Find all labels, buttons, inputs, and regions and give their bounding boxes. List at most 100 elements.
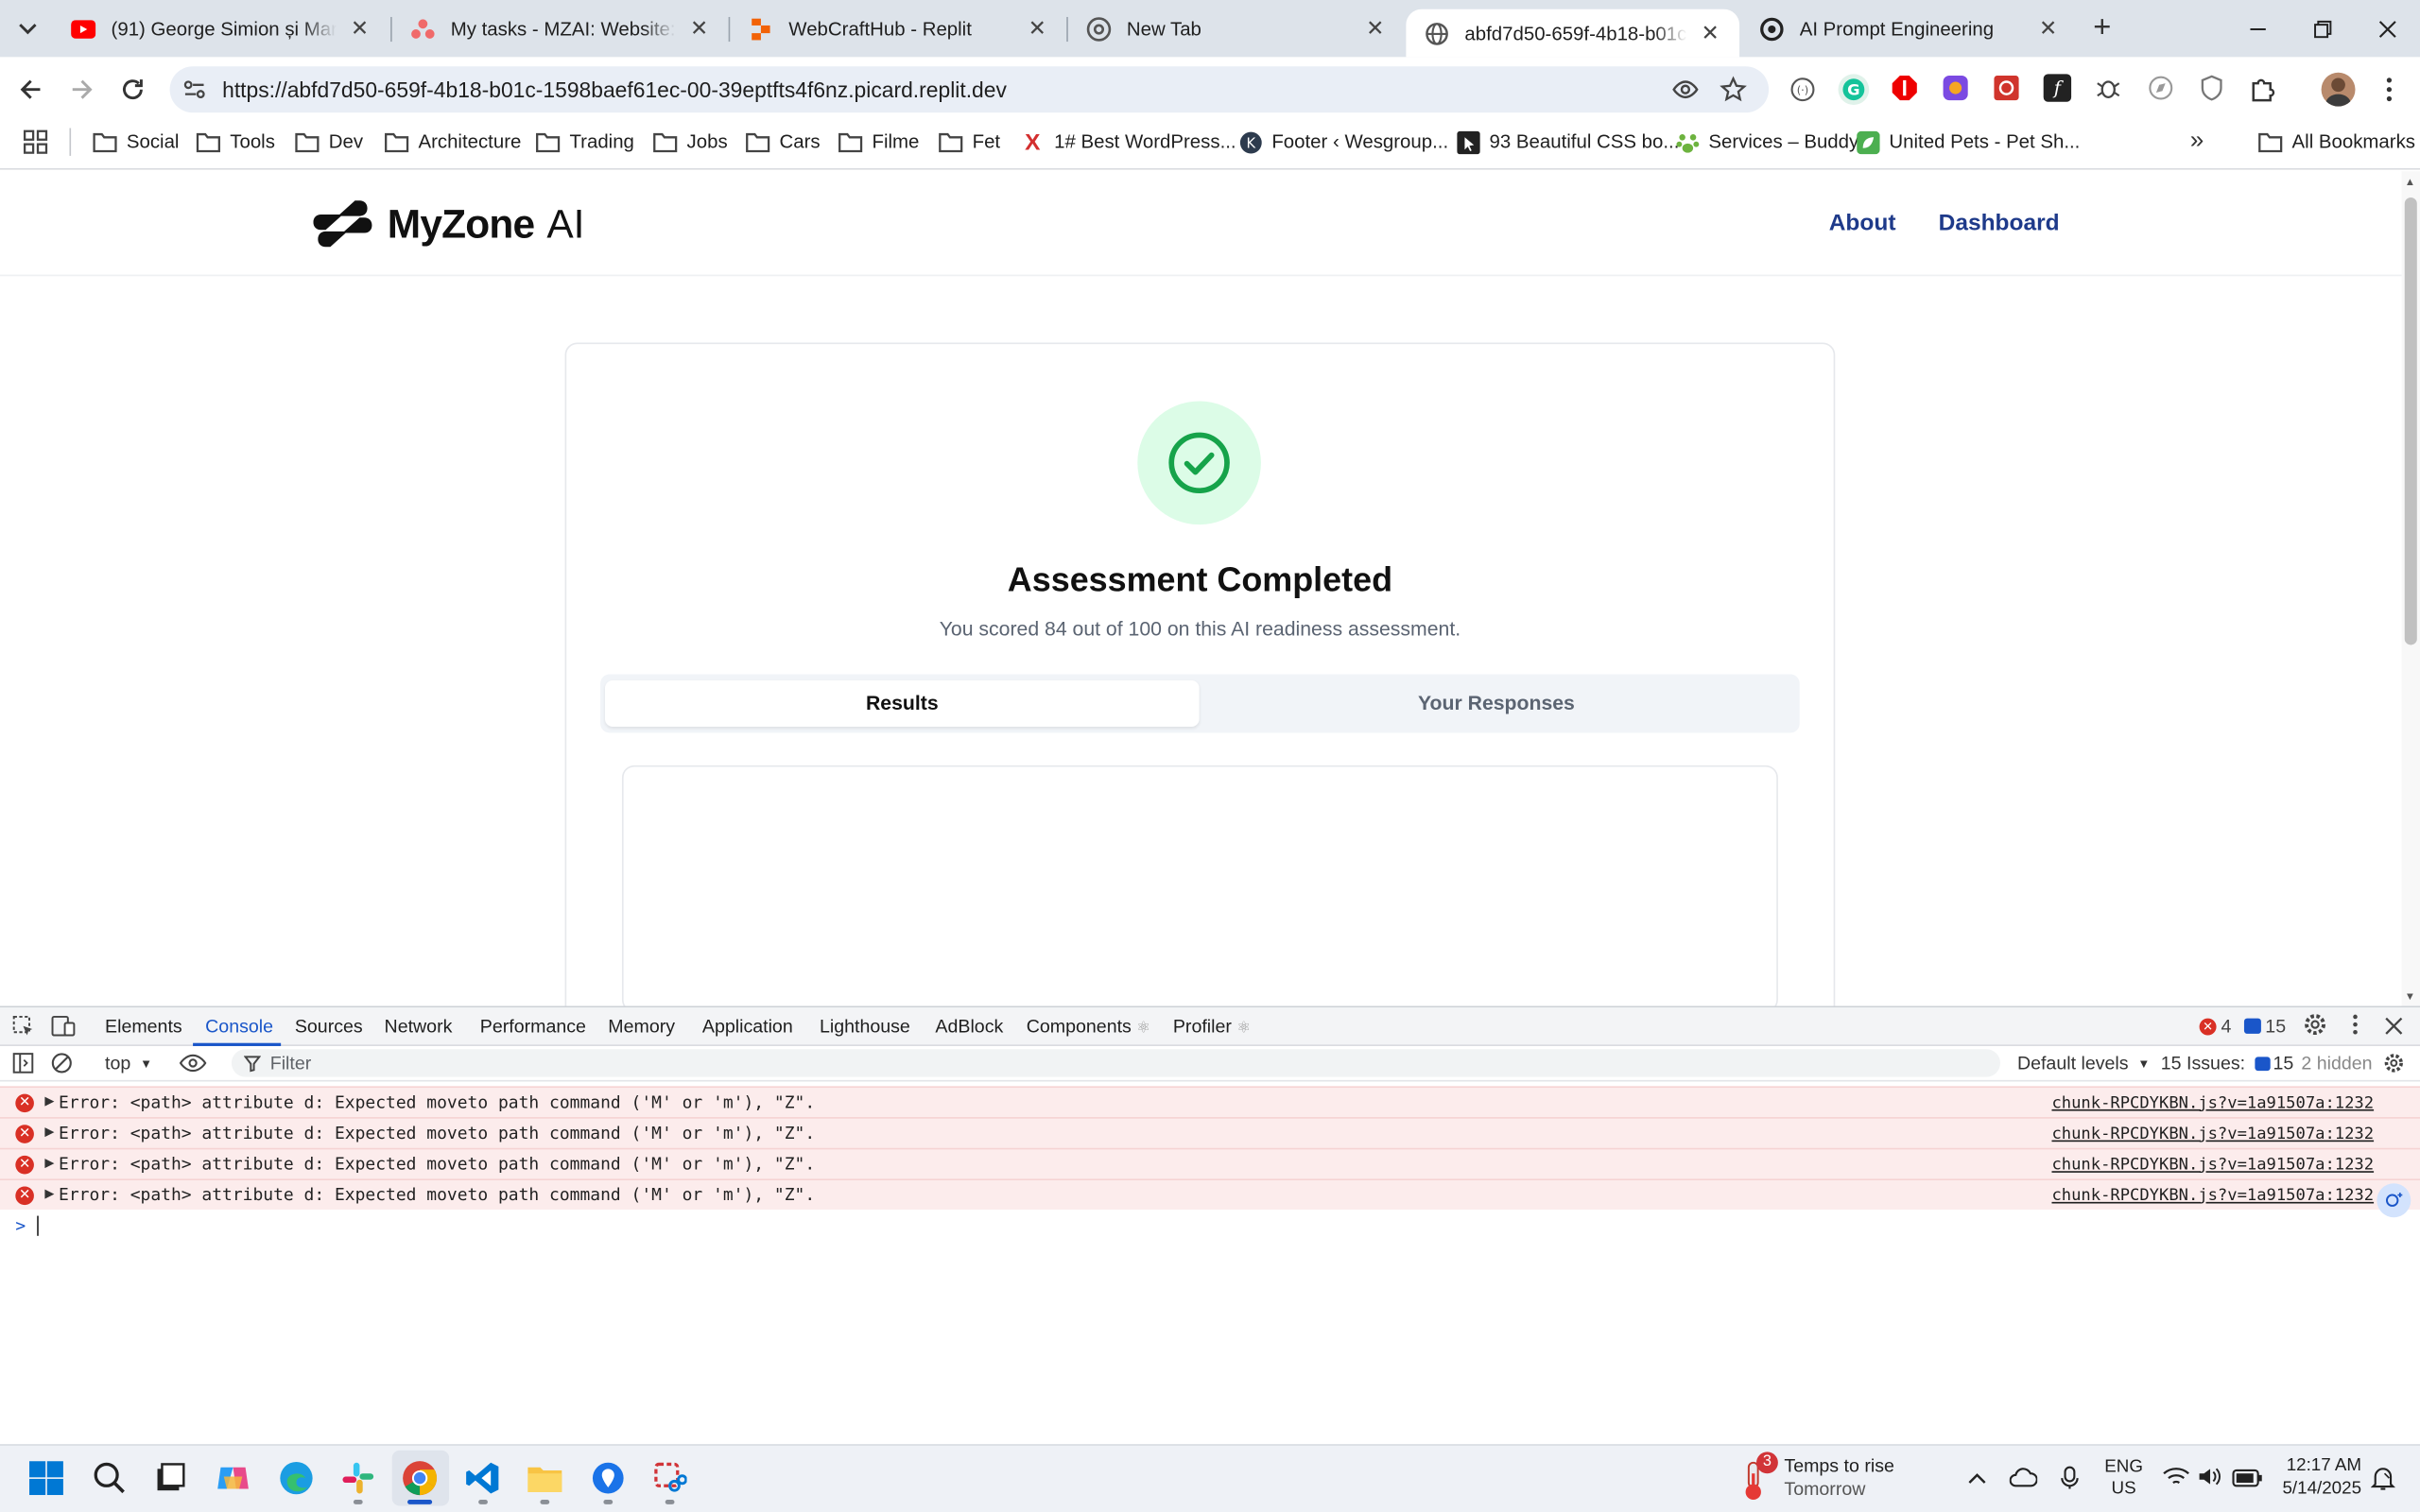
devtools-tab-performance[interactable]: Performance <box>480 1015 586 1037</box>
bookmark-folder[interactable]: Architecture <box>385 127 521 158</box>
console-error-row[interactable]: ✕ ▶ Error: <path> attribute d: Expected m… <box>0 1086 2420 1118</box>
page-scrollbar[interactable]: ▲ ▼ <box>2401 171 2420 1006</box>
sidebar-toggle-icon[interactable] <box>12 1053 34 1074</box>
source-link[interactable]: chunk-RPCDYKBN.js?v=1a91507a:1232 <box>2051 1186 2374 1205</box>
console-prompt[interactable]: > <box>15 1215 39 1236</box>
slack-button[interactable] <box>337 1456 380 1500</box>
console-error-row[interactable]: ✕ ▶ Error: <path> attribute d: Expected m… <box>0 1117 2420 1148</box>
snipping-tool-button[interactable] <box>648 1456 692 1500</box>
bookmark-link[interactable]: Services – Buddy <box>1674 127 1858 158</box>
close-icon[interactable]: ✕ <box>346 15 373 43</box>
bookmark-link[interactable]: K Footer ‹ Wesgroup... <box>1237 127 1448 158</box>
console-error-row[interactable]: ✕ ▶ Error: <path> attribute d: Expected m… <box>0 1147 2420 1179</box>
bug-icon[interactable] <box>2095 74 2122 101</box>
battery-icon[interactable] <box>2232 1468 2263 1487</box>
site-info-icon[interactable] <box>182 77 207 102</box>
new-tab-button[interactable]: + <box>2085 12 2119 46</box>
browser-tab[interactable]: My tasks - MZAI: Website: Repl ✕ <box>392 0 729 57</box>
inspect-element-icon[interactable] <box>12 1015 34 1037</box>
context-selector[interactable]: top ▼ <box>105 1053 152 1074</box>
bookmark-folder[interactable]: Fet <box>939 127 1000 158</box>
tab-results[interactable]: Results <box>605 680 1200 728</box>
wifi-icon[interactable] <box>2162 1466 2189 1487</box>
font-icon[interactable]: f <box>2043 74 2072 102</box>
extensions-puzzle-icon[interactable] <box>2249 74 2276 102</box>
bookmark-folder[interactable]: Dev <box>295 127 363 158</box>
maps-button[interactable] <box>586 1456 630 1500</box>
source-link[interactable]: chunk-RPCDYKBN.js?v=1a91507a:1232 <box>2051 1155 2374 1174</box>
start-button[interactable] <box>25 1456 68 1500</box>
back-button[interactable] <box>15 74 46 105</box>
devtools-tab-elements[interactable]: Elements <box>105 1015 182 1037</box>
volume-icon[interactable] <box>2198 1466 2222 1487</box>
expand-triangle-icon[interactable]: ▶ <box>44 1094 54 1108</box>
search-button[interactable] <box>88 1456 131 1500</box>
devtools-menu-icon[interactable] <box>2349 1012 2361 1037</box>
browser-tab[interactable]: New Tab ✕ <box>1068 0 1405 57</box>
onedrive-icon[interactable] <box>2009 1468 2038 1489</box>
bookmark-link[interactable]: 93 Beautiful CSS bo... <box>1456 127 1679 158</box>
source-link[interactable]: chunk-RPCDYKBN.js?v=1a91507a:1232 <box>2051 1093 2374 1112</box>
url-text[interactable]: https://abfd7d50-659f-4b18-b01c-1598baef… <box>222 76 1007 103</box>
weather-widget[interactable]: 3 Temps to rise Tomorrow <box>1741 1452 1927 1504</box>
bookmark-folder[interactable]: Cars <box>746 127 821 158</box>
language-indicator[interactable]: ENG US <box>2102 1456 2146 1500</box>
apps-grid-icon[interactable] <box>23 129 48 154</box>
close-icon[interactable]: ✕ <box>1696 19 1723 46</box>
grammarly-icon[interactable]: G <box>1838 74 1870 106</box>
reload-button[interactable] <box>117 74 148 105</box>
task-view-button[interactable] <box>148 1456 192 1500</box>
bookmark-link[interactable]: X 1# Best WordPress... <box>1020 127 1236 158</box>
edge-button[interactable] <box>275 1456 319 1500</box>
device-toolbar-icon[interactable] <box>51 1015 76 1037</box>
close-icon[interactable]: ✕ <box>1361 15 1389 43</box>
source-link[interactable]: chunk-RPCDYKBN.js?v=1a91507a:1232 <box>2051 1124 2374 1143</box>
browser-tab[interactable]: WebCraftHub - Replit ✕ <box>730 0 1066 57</box>
chevron-up-icon[interactable] <box>1966 1468 1988 1489</box>
minimize-button[interactable] <box>2244 15 2272 43</box>
color-picker-icon[interactable] <box>1942 74 1969 101</box>
devtools-tab-memory[interactable]: Memory <box>608 1015 675 1037</box>
profile-avatar[interactable] <box>2321 72 2356 107</box>
tab-your-responses[interactable]: Your Responses <box>1200 680 1794 727</box>
nav-link-dashboard[interactable]: Dashboard <box>1939 210 2060 236</box>
devtools-tab-profiler[interactable]: Profiler ⚛ <box>1173 1015 1251 1037</box>
close-icon[interactable]: ✕ <box>1023 15 1050 43</box>
devtools-tab-components[interactable]: Components ⚛ <box>1027 1015 1150 1037</box>
forward-button[interactable] <box>66 74 97 105</box>
bookmark-folder[interactable]: Tools <box>196 127 275 158</box>
screenshot-icon[interactable] <box>1993 74 2020 101</box>
site-logo[interactable]: MyZone AI <box>313 195 584 253</box>
file-explorer-button[interactable] <box>523 1456 566 1500</box>
devtools-tab-adblock[interactable]: AdBlock <box>935 1015 1003 1037</box>
close-icon[interactable]: ✕ <box>685 15 713 43</box>
expand-triangle-icon[interactable]: ▶ <box>44 1156 54 1170</box>
close-devtools-icon[interactable] <box>2385 1015 2404 1035</box>
issues-counter[interactable]: 15 Issues: 15 <box>2161 1053 2294 1074</box>
vscode-button[interactable] <box>461 1456 505 1500</box>
clear-console-icon[interactable] <box>51 1053 73 1074</box>
bookmark-folder[interactable]: Jobs <box>653 127 728 158</box>
microphone-icon[interactable] <box>2059 1466 2081 1490</box>
chrome-button[interactable] <box>398 1456 441 1500</box>
devtools-tab-lighthouse[interactable]: Lighthouse <box>820 1015 910 1037</box>
bookmark-folder[interactable]: Social <box>93 127 179 158</box>
devtools-tab-network[interactable]: Network <box>385 1015 453 1037</box>
all-bookmarks-folder[interactable]: All Bookmarks <box>2258 127 2415 158</box>
ai-assist-button[interactable] <box>2377 1183 2411 1218</box>
devtools-tab-console[interactable]: Console <box>205 1015 273 1037</box>
expand-triangle-icon[interactable]: ▶ <box>44 1125 54 1139</box>
scrollbar-thumb[interactable] <box>2404 197 2417 645</box>
browser-tab[interactable]: AI Prompt Engineering ✕ <box>1741 0 2078 57</box>
log-levels-dropdown[interactable]: Default levels ▼ <box>2017 1053 2150 1074</box>
console-error-row[interactable]: ✕ ▶ Error: <path> attribute d: Expected m… <box>0 1178 2420 1211</box>
devtools-tab-sources[interactable]: Sources <box>295 1015 363 1037</box>
browser-tab[interactable]: (91) George Simion și Marius D ✕ <box>53 0 389 57</box>
restore-button[interactable] <box>2309 15 2337 43</box>
clock[interactable]: 12:17 AM 5/14/2025 <box>2275 1455 2361 1502</box>
shield-icon[interactable] <box>2198 74 2225 101</box>
bookmark-folder[interactable]: Filme <box>838 127 919 158</box>
browser-tab-active[interactable]: abfd7d50-659f-4b18-b01c-159 ✕ <box>1406 9 1740 58</box>
compass-icon[interactable] <box>2147 74 2174 101</box>
live-expression-eye-icon[interactable] <box>179 1053 207 1074</box>
